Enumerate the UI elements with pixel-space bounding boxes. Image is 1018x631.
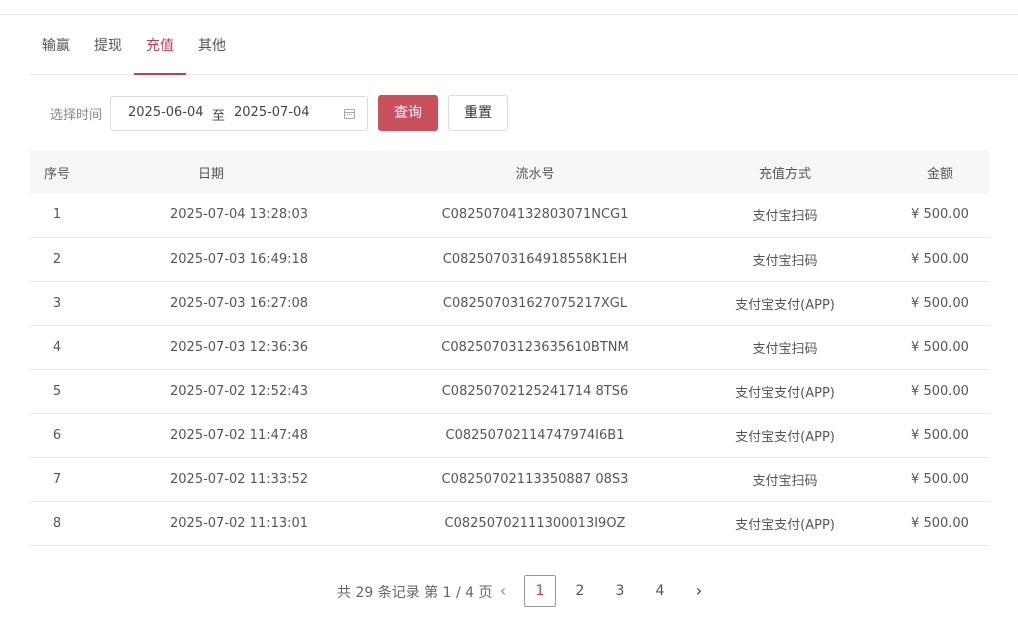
pagination: 共 29 条记录 第 1 / 4 页 ‹ 1 2 3 4 › [0, 575, 1018, 607]
table-header-row: 序号 日期 流水号 充值方式 金额 [30, 151, 990, 193]
row-method: 支付宝扫码 [752, 473, 818, 489]
calendar-icon[interactable] [344, 109, 355, 119]
row-amount: ¥ 500.00 [911, 427, 969, 443]
date-filter-label: 选择时间 [50, 108, 103, 123]
tab-recharge[interactable]: 充值 [134, 24, 186, 75]
row-serial: C08250702114747974I6B1 [445, 427, 625, 443]
row-method: 支付宝扫码 [752, 253, 818, 269]
reset-button[interactable]: 重置 [448, 95, 508, 131]
page-number-2[interactable]: 2 [564, 575, 596, 607]
record-type-tabs: 输赢 提现 充值 其他 [30, 24, 1018, 75]
row-amount: ¥ 500.00 [911, 515, 969, 531]
row-amount: ¥ 500.00 [911, 383, 969, 399]
row-date: 2025-07-02 11:13:01 [170, 515, 309, 531]
table-row: 8 2025-07-02 11:13:01 C08250702111300013I9… [30, 501, 990, 545]
end-date-input[interactable]: 2025-07-04 [234, 105, 310, 120]
header-serial: 流水号 [515, 166, 555, 182]
start-date-input[interactable]: 2025-06-04 [128, 105, 204, 120]
page-number-3[interactable]: 3 [604, 575, 636, 607]
chevron-left-icon[interactable]: ‹ [496, 583, 510, 599]
table-row: 3 2025-07-03 16:27:08 C082507031627075217X… [30, 281, 990, 325]
recharge-records-table: 序号 日期 流水号 充值方式 金额 1 2025-07-04 13:28:03 C0… [30, 151, 990, 546]
page-number-4[interactable]: 4 [644, 575, 676, 607]
date-range-separator: 至 [212, 109, 226, 124]
query-button[interactable]: 查询 [378, 95, 438, 131]
header-index: 序号 [43, 166, 70, 182]
row-index: 4 [52, 339, 62, 355]
row-index: 1 [52, 207, 62, 223]
row-method: 支付宝支付(APP) [735, 517, 835, 533]
row-index: 3 [52, 295, 62, 311]
row-serial: C08250703123635610BTNM [441, 339, 629, 355]
row-date: 2025-07-02 11:33:52 [170, 471, 309, 487]
top-divider [0, 14, 1018, 15]
tab-withdraw[interactable]: 提现 [94, 24, 122, 74]
table-row: 1 2025-07-04 13:28:03 C08250704132803071NC… [30, 193, 990, 237]
row-date: 2025-07-02 11:47:48 [170, 427, 309, 443]
table-row: 4 2025-07-03 12:36:36 C08250703123635610BT… [30, 325, 990, 369]
page-number-1[interactable]: 1 [524, 575, 556, 607]
table-row: 7 2025-07-02 11:33:52 C08250702113350887 0… [30, 457, 990, 501]
row-date: 2025-07-03 16:27:08 [170, 295, 309, 311]
header-date: 日期 [198, 166, 225, 182]
row-method: 支付宝扫码 [752, 341, 818, 357]
row-amount: ¥ 500.00 [911, 339, 969, 355]
row-serial: C08250702111300013I9OZ [444, 515, 626, 531]
row-serial: C08250704132803071NCG1 [441, 207, 629, 223]
row-serial: C08250702113350887 08S3 [441, 471, 629, 487]
header-amount: 金额 [926, 166, 953, 182]
row-method: 支付宝扫码 [752, 209, 818, 225]
row-date: 2025-07-02 12:52:43 [170, 383, 309, 399]
tab-other[interactable]: 其他 [198, 24, 226, 74]
row-index: 2 [52, 251, 62, 267]
row-date: 2025-07-04 13:28:03 [170, 207, 309, 223]
row-method: 支付宝支付(APP) [735, 429, 835, 445]
row-amount: ¥ 500.00 [911, 295, 969, 311]
table-row: 5 2025-07-02 12:52:43 C08250702125241714 8… [30, 369, 990, 413]
date-range-picker[interactable]: 2025-06-04 至 2025-07-04 [110, 96, 368, 131]
row-index: 5 [52, 383, 62, 399]
row-method: 支付宝支付(APP) [735, 385, 835, 401]
row-index: 6 [52, 427, 62, 443]
table-row: 6 2025-07-02 11:47:48 C08250702114747974I6… [30, 413, 990, 457]
row-amount: ¥ 500.00 [911, 251, 969, 267]
row-serial: C082507031627075217XGL [442, 295, 628, 311]
header-method: 充值方式 [758, 166, 811, 182]
row-index: 8 [52, 515, 62, 531]
row-amount: ¥ 500.00 [911, 471, 969, 487]
row-date: 2025-07-03 12:36:36 [170, 339, 309, 355]
table-row: 2 2025-07-03 16:49:18 C08250703164918558K1… [30, 237, 990, 281]
tab-win-loss[interactable]: 输赢 [42, 24, 70, 74]
row-serial: C08250702125241714 8TS6 [441, 383, 629, 399]
row-date: 2025-07-03 16:49:18 [170, 251, 309, 267]
row-method: 支付宝支付(APP) [735, 297, 835, 313]
chevron-right-icon[interactable]: › [692, 583, 706, 599]
row-index: 7 [52, 471, 62, 487]
row-amount: ¥ 500.00 [911, 207, 969, 223]
pagination-summary: 共 29 条记录 第 1 / 4 页 [337, 585, 493, 601]
row-serial: C08250703164918558K1EH [442, 251, 628, 267]
